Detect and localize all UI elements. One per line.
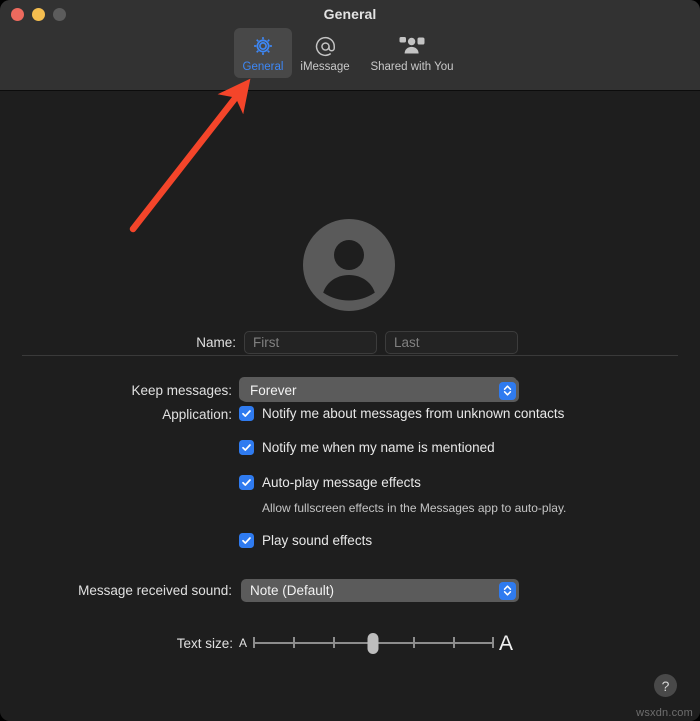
checkbox-row-unknown-contacts[interactable]: Notify me about messages from unknown co… (239, 405, 564, 422)
keep-messages-label: Keep messages: (131, 383, 232, 398)
tab-shared-with-you-label: Shared with You (370, 61, 454, 73)
checkmark-icon (242, 479, 251, 486)
checkbox-unknown-contacts-label: Notify me about messages from unknown co… (262, 406, 565, 421)
title-bar: General General iMessage Shared with You (0, 0, 700, 91)
text-size-row: Text size: A A (163, 631, 513, 655)
tab-general-label: General (242, 61, 284, 73)
keep-messages-value: Forever (250, 383, 297, 398)
avatar[interactable] (303, 219, 395, 311)
first-name-input[interactable] (244, 331, 377, 354)
shared-with-you-icon (398, 33, 426, 59)
text-size-slider[interactable] (253, 631, 494, 655)
slider-tick (333, 637, 335, 648)
preferences-toolbar: General iMessage Shared with You (0, 28, 700, 78)
keep-messages-select[interactable]: Forever (241, 379, 519, 402)
name-row: Name: (182, 331, 518, 354)
checkbox-unknown-contacts[interactable] (239, 406, 254, 421)
watermark: wsxdn.com (636, 707, 693, 719)
preferences-content: Name: Set up Name and Photo Sharing... K… (0, 91, 700, 721)
slider-tick (413, 637, 415, 648)
window-title: General (323, 6, 377, 22)
slider-tick (253, 637, 255, 648)
checkbox-row-autoplay-effects[interactable]: Auto-play message effects (239, 474, 421, 491)
checkmark-icon (242, 410, 251, 417)
message-sound-select[interactable]: Note (Default) (241, 579, 519, 602)
checkbox-name-mentioned-label: Notify me when my name is mentioned (262, 440, 495, 455)
checkbox-play-sound-effects[interactable] (239, 533, 254, 548)
messages-preferences-window: General General iMessage Shared with You… (0, 0, 700, 721)
checkbox-row-name-mentioned[interactable]: Notify me when my name is mentioned (239, 439, 495, 456)
chevron-updown-icon (499, 581, 516, 600)
text-size-min-glyph: A (239, 636, 248, 650)
message-sound-label: Message received sound: (78, 583, 232, 598)
tab-imessage[interactable]: iMessage (296, 28, 354, 78)
section-divider (22, 355, 678, 356)
message-sound-row: Message received sound: Note (Default) (49, 579, 519, 602)
help-button[interactable]: ? (654, 674, 677, 697)
autoplay-note: Allow fullscreen effects in the Messages… (262, 501, 567, 515)
keep-messages-row: Keep messages: Forever (110, 379, 519, 402)
slider-thumb[interactable] (367, 633, 379, 654)
text-size-label: Text size: (176, 635, 233, 651)
checkbox-play-sound-effects-label: Play sound effects (262, 533, 373, 548)
checkbox-autoplay-effects-label: Auto-play message effects (262, 475, 421, 490)
slider-tick (492, 637, 494, 648)
checkmark-icon (242, 537, 251, 544)
message-sound-value: Note (Default) (250, 583, 335, 598)
name-label: Name: (196, 335, 236, 350)
application-label-wrap: Application: (110, 406, 232, 424)
chevron-updown-icon (499, 381, 516, 400)
checkbox-row-play-sound-effects[interactable]: Play sound effects (239, 532, 372, 549)
text-size-max-glyph: A (499, 631, 514, 655)
application-label: Application: (162, 407, 232, 422)
tab-general[interactable]: General (234, 28, 292, 78)
last-name-input[interactable] (385, 331, 518, 354)
person-placeholder-icon (303, 219, 395, 311)
checkmark-icon (242, 444, 251, 451)
checkbox-name-mentioned[interactable] (239, 440, 254, 455)
tab-shared-with-you[interactable]: Shared with You (358, 28, 466, 78)
gear-icon (251, 33, 275, 59)
at-sign-icon (313, 33, 338, 59)
slider-tick (293, 637, 295, 648)
slider-tick (453, 637, 455, 648)
tab-imessage-label: iMessage (300, 61, 350, 73)
checkbox-autoplay-effects[interactable] (239, 475, 254, 490)
